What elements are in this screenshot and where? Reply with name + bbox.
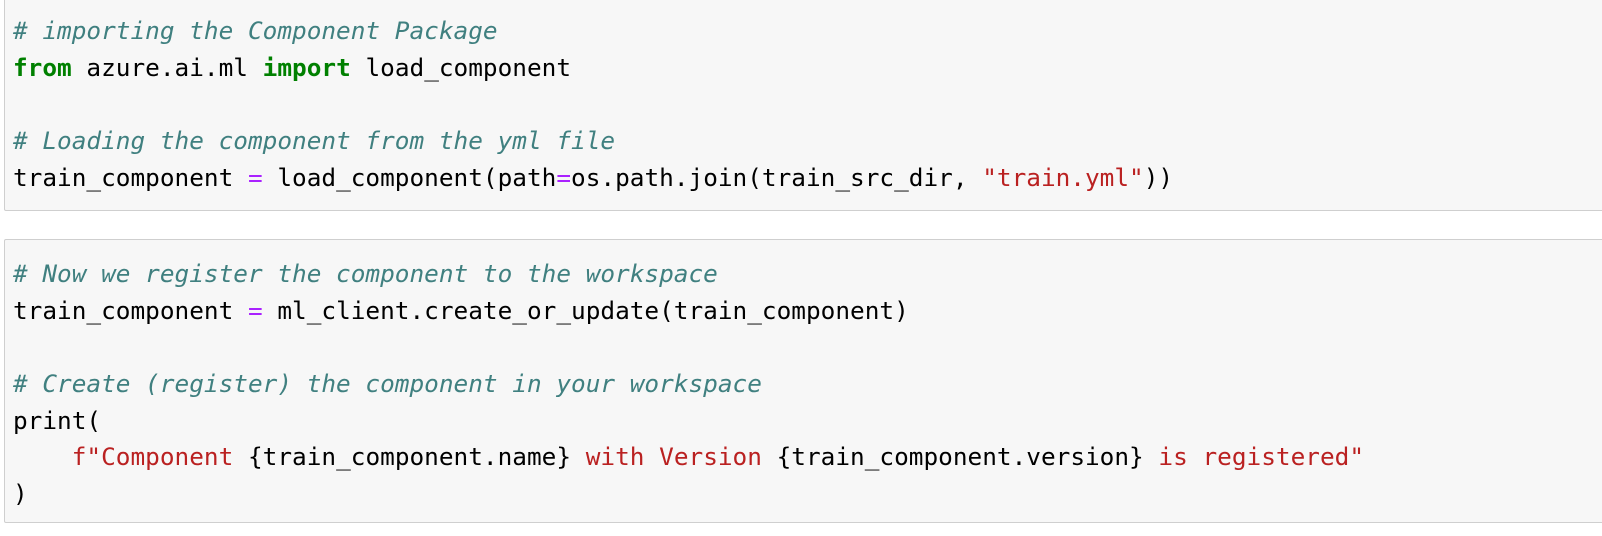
code-line-2: train_component = ml_client.create_or_up… bbox=[13, 293, 1364, 330]
code-token: "train.yml" bbox=[982, 162, 1144, 192]
code-line-4: # Loading the component from the yml fil… bbox=[13, 123, 1173, 160]
code-line-2: from azure.ai.ml import load_component bbox=[13, 50, 1173, 87]
code-token: is registered" bbox=[1143, 442, 1365, 472]
code-token: print( bbox=[13, 405, 102, 435]
code-line-5: print( bbox=[13, 403, 1364, 440]
code-token: # Loading the component from the yml fil… bbox=[13, 126, 616, 156]
code-token: = bbox=[247, 295, 263, 325]
code-cell-2[interactable]: # Now we register the component to the w… bbox=[4, 239, 1602, 523]
code-token: = bbox=[247, 162, 263, 192]
code-token: # importing the Component Package bbox=[13, 16, 498, 45]
code-token: ml_client.create_or_update(train_compone… bbox=[262, 295, 909, 325]
code-editor-2[interactable]: # Now we register the component to the w… bbox=[13, 256, 1364, 513]
code-line-1: # importing the Component Package bbox=[13, 13, 1173, 50]
code-token: load_component bbox=[350, 52, 572, 82]
code-line-1: # Now we register the component to the w… bbox=[13, 256, 1364, 293]
code-token: from bbox=[13, 52, 72, 82]
code-line-4: # Create (register) the component in you… bbox=[13, 366, 1364, 403]
code-token: os.path.join(train_src_dir, bbox=[571, 162, 983, 192]
code-line-6: f"Component {train_component.name} with … bbox=[13, 439, 1364, 476]
code-token: = bbox=[556, 162, 572, 192]
code-token: load_component(path bbox=[262, 162, 557, 192]
code-token: # Now we register the component to the w… bbox=[13, 259, 718, 288]
code-editor-1[interactable]: # importing the Component Package from az… bbox=[13, 13, 1173, 196]
code-token: {train_component.version} bbox=[776, 442, 1144, 472]
code-token: import bbox=[262, 52, 351, 82]
code-token: )) bbox=[1143, 162, 1174, 192]
code-token: azure.ai.ml bbox=[71, 52, 263, 82]
code-token: with Version bbox=[571, 442, 777, 472]
code-cell-1[interactable]: # importing the Component Package from az… bbox=[4, 0, 1602, 211]
code-token: train_component bbox=[13, 162, 248, 192]
code-token: # Create (register) the component in you… bbox=[13, 369, 762, 399]
code-line-7: ) bbox=[13, 476, 1364, 513]
code-token: f"Component bbox=[71, 442, 248, 472]
code-token: ) bbox=[13, 479, 28, 509]
code-line-5: train_component = load_component(path=os… bbox=[13, 160, 1173, 197]
code-token: {train_component.name} bbox=[247, 442, 572, 472]
code-token: train_component bbox=[13, 295, 248, 325]
